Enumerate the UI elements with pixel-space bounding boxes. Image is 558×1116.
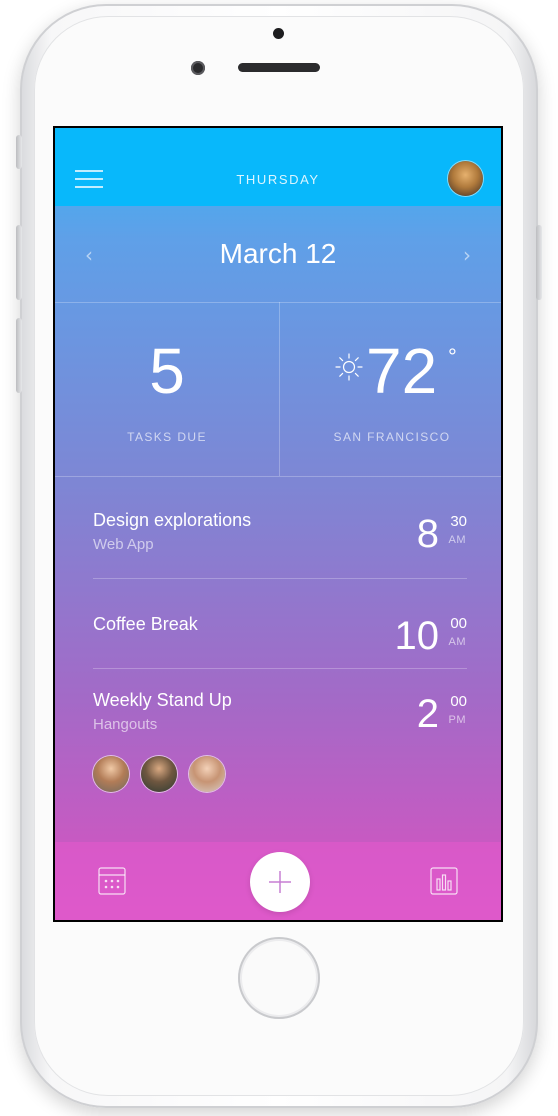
event-minute: 00 xyxy=(450,693,467,710)
degree-symbol: ° xyxy=(448,344,457,369)
tasks-due-count: 5 xyxy=(149,335,185,407)
power-button xyxy=(536,225,542,300)
bar-chart-icon[interactable] xyxy=(429,866,459,896)
event-hour: 2 xyxy=(416,692,439,736)
event-ampm: AM xyxy=(448,636,466,648)
app-view: THURSDAY ‹ March 12 › 5 TASKS DUE 72 ° S… xyxy=(55,128,501,920)
front-camera xyxy=(191,61,205,75)
divider xyxy=(55,476,501,477)
earpiece-speaker xyxy=(238,63,320,72)
attendee-avatar[interactable] xyxy=(141,756,177,792)
event-subtitle: Web App xyxy=(93,536,154,553)
calendar-icon[interactable] xyxy=(97,866,127,896)
weather-stat[interactable]: 72 ° SAN FRANCISCO xyxy=(280,302,503,476)
tasks-due-label: TASKS DUE xyxy=(127,430,207,444)
event-subtitle: Hangouts xyxy=(93,716,158,733)
plus-icon xyxy=(269,871,291,893)
screen: THURSDAY ‹ March 12 › 5 TASKS DUE 72 ° S… xyxy=(53,126,503,922)
chevron-right-icon[interactable]: › xyxy=(463,243,471,267)
current-date: March 12 xyxy=(219,238,337,269)
event-title: Weekly Stand Up xyxy=(93,690,232,710)
divider xyxy=(93,578,467,579)
event-item[interactable]: Design explorations Web App 8 30 AM xyxy=(93,510,467,570)
event-hour: 10 xyxy=(394,614,440,658)
event-title: Design explorations xyxy=(93,510,252,530)
divider xyxy=(93,668,467,669)
event-ampm: AM xyxy=(448,534,466,546)
attendee-avatar[interactable] xyxy=(93,756,129,792)
event-minute: 00 xyxy=(450,615,467,632)
date-navigator: ‹ March 12 › xyxy=(55,206,501,302)
event-minute: 30 xyxy=(450,513,467,530)
location-label: SAN FRANCISCO xyxy=(333,430,451,444)
event-item[interactable]: Coffee Break 10 00 AM xyxy=(93,614,467,664)
user-avatar[interactable] xyxy=(448,161,483,196)
tasks-due-stat[interactable]: 5 TASKS DUE xyxy=(55,302,279,476)
day-title: THURSDAY xyxy=(236,172,320,187)
volume-up-button xyxy=(16,225,22,300)
event-hour: 8 xyxy=(416,512,439,556)
attendee-avatar[interactable] xyxy=(189,756,225,792)
volume-down-button xyxy=(16,318,22,393)
top-bar: THURSDAY xyxy=(55,128,501,206)
home-button[interactable] xyxy=(238,937,320,1019)
temperature-value: 72 xyxy=(366,335,438,407)
mute-switch xyxy=(16,135,22,169)
sun-icon xyxy=(335,353,363,381)
proximity-sensor xyxy=(273,28,284,39)
event-item[interactable]: Weekly Stand Up Hangouts 2 00 PM xyxy=(93,690,467,750)
event-ampm: PM xyxy=(448,714,466,726)
add-button[interactable] xyxy=(250,852,310,912)
bottom-tab-bar xyxy=(55,842,501,920)
